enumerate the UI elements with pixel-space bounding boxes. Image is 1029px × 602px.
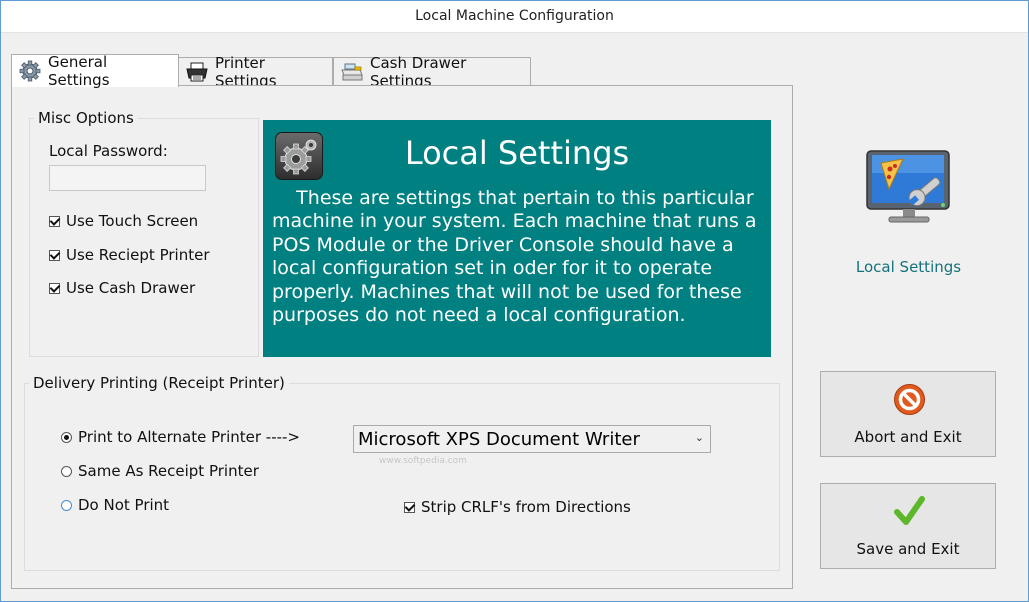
checkbox-check-icon — [49, 282, 60, 294]
strip-crlf-checkbox[interactable]: Strip CRLF's from Directions — [404, 498, 631, 516]
local-password-label: Local Password: — [49, 142, 168, 160]
use-receipt-printer-checkbox[interactable]: Use Reciept Printer — [49, 246, 209, 264]
window-title: Local Machine Configuration — [415, 8, 614, 24]
use-touch-screen-label: Use Touch Screen — [66, 212, 199, 230]
abort-and-exit-label: Abort and Exit — [854, 428, 962, 446]
watermark-text: www.softpedia.com — [379, 456, 467, 466]
printer-icon — [185, 61, 209, 83]
delivery-printing-title: Delivery Printing (Receipt Printer) — [29, 374, 289, 392]
print-alternate-radio[interactable]: Print to Alternate Printer ----> — [61, 428, 300, 446]
alternate-printer-value: Microsoft XPS Document Writer — [358, 428, 640, 450]
save-and-exit-label: Save and Exit — [856, 540, 960, 558]
title-bar[interactable]: Local Machine Configuration — [1, 1, 1028, 33]
local-settings-label: Local Settings — [855, 258, 962, 276]
local-password-input[interactable] — [49, 165, 206, 191]
strip-crlf-label: Strip CRLF's from Directions — [421, 498, 631, 516]
checkbox-check-icon — [49, 215, 60, 227]
tab-general-settings-label: General Settings — [48, 53, 110, 89]
info-panel-body: These are settings that pertain to this … — [272, 187, 757, 327]
gear-icon — [18, 60, 42, 82]
abort-and-exit-button[interactable]: Abort and Exit — [820, 371, 996, 457]
chevron-down-icon: ⌄ — [694, 431, 704, 444]
alternate-printer-select[interactable]: Microsoft XPS Document Writer ⌄ — [353, 425, 711, 453]
info-panel-title: Local Settings — [404, 134, 630, 172]
use-touch-screen-checkbox[interactable]: Use Touch Screen — [49, 212, 198, 230]
checkmark-icon — [893, 495, 926, 528]
cash-register-icon — [340, 61, 364, 83]
radio-selected-icon — [61, 431, 72, 443]
do-not-print-label: Do Not Print — [78, 496, 170, 514]
local-settings-info-panel: Local Settings These are settings that p… — [263, 120, 771, 357]
cancel-icon — [893, 383, 926, 416]
use-receipt-printer-label: Use Reciept Printer — [66, 246, 210, 264]
info-panel-text: These are settings that pertain to this … — [272, 187, 764, 327]
pos-settings-icon — [863, 149, 953, 231]
same-as-receipt-label: Same As Receipt Printer — [78, 462, 259, 480]
do-not-print-radio[interactable]: Do Not Print — [61, 496, 169, 514]
checkbox-check-icon — [404, 501, 415, 513]
main-window: Local Machine Configuration General Sett… — [0, 0, 1029, 602]
print-alternate-label: Print to Alternate Printer ----> — [78, 428, 301, 446]
tab-general-settings[interactable]: General Settings — [11, 53, 179, 89]
same-as-receipt-radio[interactable]: Same As Receipt Printer — [61, 462, 259, 480]
tab-cash-drawer-settings[interactable]: Cash Drawer Settings — [333, 54, 531, 90]
use-cash-drawer-label: Use Cash Drawer — [66, 279, 196, 297]
checkbox-check-icon — [49, 249, 60, 261]
tab-printer-settings[interactable]: Printer Settings — [178, 54, 333, 90]
radio-unselected-icon — [61, 465, 72, 477]
save-and-exit-button[interactable]: Save and Exit — [820, 483, 996, 569]
use-cash-drawer-checkbox[interactable]: Use Cash Drawer — [49, 279, 195, 297]
misc-options-title: Misc Options — [34, 109, 138, 127]
radio-unselected-icon — [61, 499, 72, 511]
